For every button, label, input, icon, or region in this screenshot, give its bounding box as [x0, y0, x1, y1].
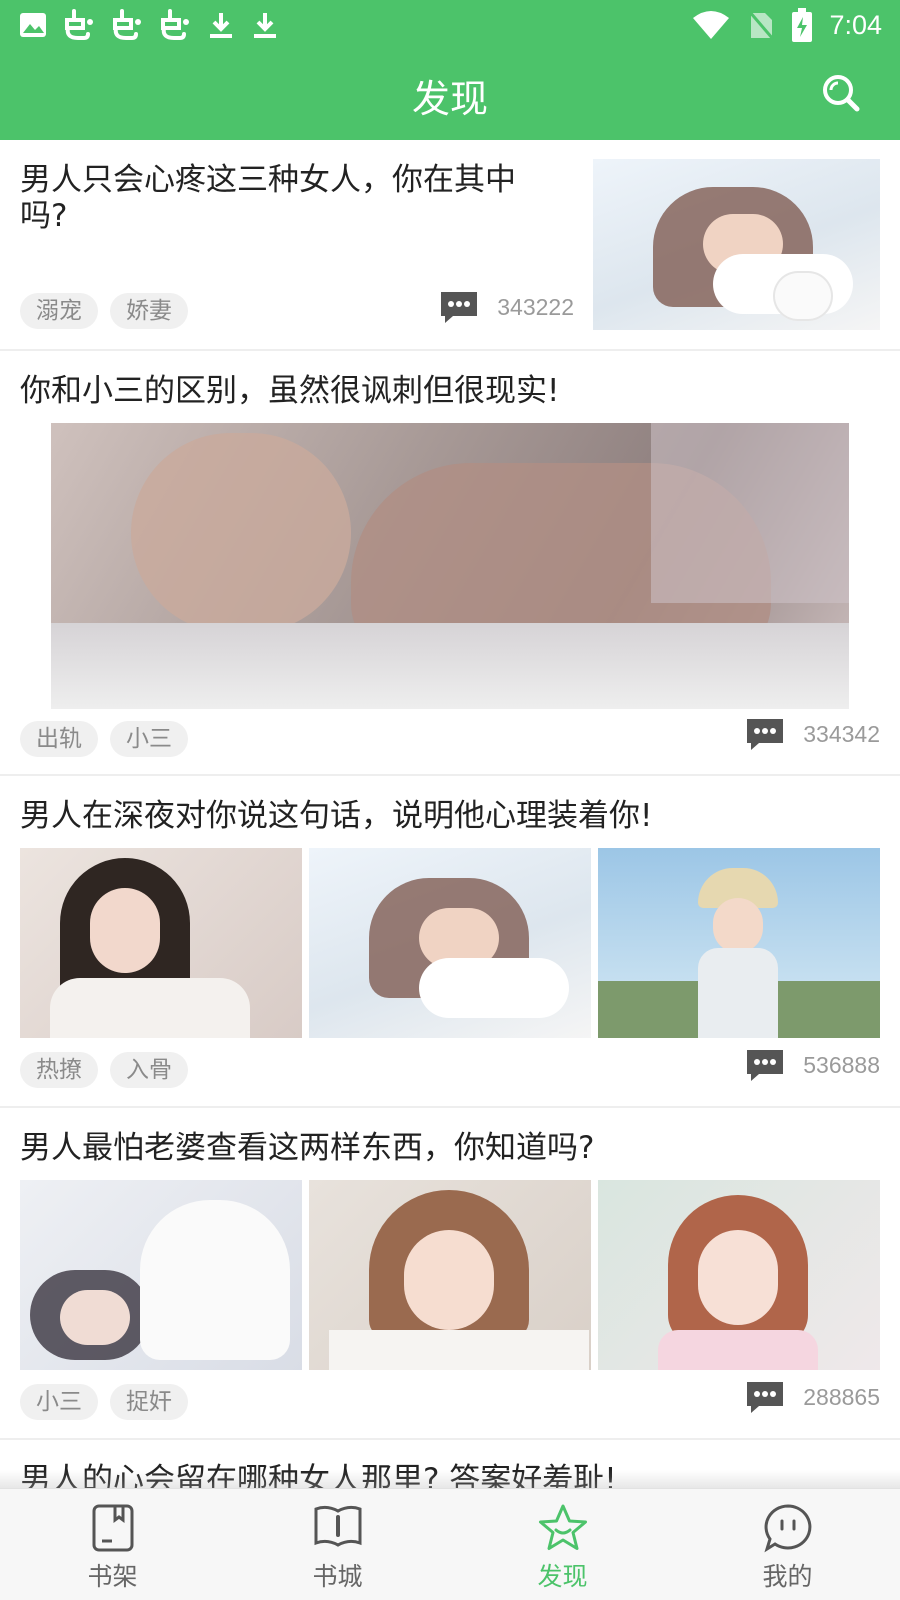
tag[interactable]: 小三 [110, 721, 188, 757]
star-icon [538, 1504, 587, 1550]
comment-count-value: 288865 [803, 1383, 880, 1410]
page-title: 发现 [411, 77, 488, 121]
wifi-icon [693, 11, 730, 39]
bottom-navigation: 书架 书城 发现 我的 [0, 1488, 900, 1600]
article-card[interactable]: 男人只会心疼这三种女人，你在其中吗? 溺宠 娇妻 343222 [0, 140, 900, 351]
article-title[interactable]: 男人只会心疼这三种女人，你在其中吗? [20, 162, 560, 234]
comment-count: 343222 [439, 290, 574, 324]
notification-icons [18, 8, 280, 42]
nav-discover[interactable]: 发现 [450, 1489, 675, 1600]
download-icon [210, 13, 232, 38]
app-icon [161, 9, 189, 40]
article-thumbnail[interactable] [593, 159, 880, 330]
article-card[interactable]: 男人在深夜对你说这句话，说明他心理装着你! 热撩 入骨 536888 [0, 776, 900, 1108]
article-title[interactable]: 男人最怕老婆查看这两样东西，你知道吗? [20, 1130, 594, 1166]
comment-icon [747, 1050, 784, 1081]
article-image[interactable] [598, 1180, 880, 1370]
no-sim-icon [748, 10, 775, 40]
tag-list: 小三 捉奸 [20, 1384, 200, 1420]
nav-label: 我的 [762, 1562, 813, 1591]
nav-label: 书城 [312, 1562, 363, 1591]
battery-charging-icon [792, 8, 813, 42]
bookshelf-icon [92, 1504, 133, 1552]
comment-count-value: 536888 [803, 1051, 880, 1078]
comment-count: 288865 [745, 1380, 880, 1414]
app-icon [113, 9, 141, 40]
tag[interactable]: 热撩 [20, 1052, 98, 1088]
clock: 7:04 [829, 9, 882, 40]
comment-count: 334342 [745, 717, 880, 751]
nav-profile[interactable]: 我的 [675, 1489, 900, 1600]
tag[interactable]: 溺宠 [20, 293, 98, 329]
search-icon[interactable] [818, 70, 862, 114]
nav-bookstore[interactable]: 书城 [225, 1489, 450, 1600]
article-title[interactable]: 男人在深夜对你说这句话，说明他心理装着你! [20, 798, 652, 834]
article-card[interactable]: 男人最怕老婆查看这两样东西，你知道吗? 小三 捉奸 288865 [0, 1108, 900, 1440]
article-image[interactable] [20, 848, 302, 1038]
comment-icon [747, 1382, 784, 1413]
article-image[interactable] [309, 1180, 591, 1370]
comment-count: 536888 [745, 1048, 880, 1082]
nav-label: 书架 [87, 1562, 138, 1591]
tag[interactable]: 娇妻 [110, 293, 188, 329]
discover-feed[interactable]: 男人只会心疼这三种女人，你在其中吗? 溺宠 娇妻 343222 你和小三的区别，虽… [0, 140, 900, 1490]
comment-count-value: 343222 [497, 293, 574, 320]
nav-label: 发现 [537, 1562, 588, 1591]
nav-bookshelf[interactable]: 书架 [0, 1489, 225, 1600]
tag[interactable]: 捉奸 [110, 1384, 188, 1420]
image-icon [20, 13, 46, 37]
chat-bubble-icon [763, 1504, 811, 1553]
article-image[interactable] [309, 848, 591, 1038]
article-image[interactable] [51, 423, 849, 709]
app-header: 发现 [0, 50, 900, 140]
comment-count-value: 334342 [803, 720, 880, 747]
tag-list: 溺宠 娇妻 [20, 293, 200, 329]
download-icon [254, 13, 276, 38]
tag[interactable]: 入骨 [110, 1052, 188, 1088]
comment-icon [747, 719, 784, 750]
article-title[interactable]: 你和小三的区别，虽然很讽刺但很现实! [20, 373, 559, 409]
status-bar: 7:04 [0, 0, 900, 50]
article-image[interactable] [20, 1180, 302, 1370]
tag-list: 出轨 小三 [20, 721, 200, 757]
comment-icon [441, 292, 478, 323]
tag-list: 热撩 入骨 [20, 1052, 200, 1088]
tag[interactable]: 出轨 [20, 721, 98, 757]
app-icon [65, 9, 93, 40]
book-open-icon [314, 1505, 361, 1547]
article-card[interactable]: 你和小三的区别，虽然很讽刺但很现实! 出轨 小三 334342 [0, 351, 900, 776]
tag[interactable]: 小三 [20, 1384, 98, 1420]
feed-shadow [0, 1470, 900, 1490]
system-status: 7:04 [691, 6, 882, 44]
article-image[interactable] [598, 848, 880, 1038]
